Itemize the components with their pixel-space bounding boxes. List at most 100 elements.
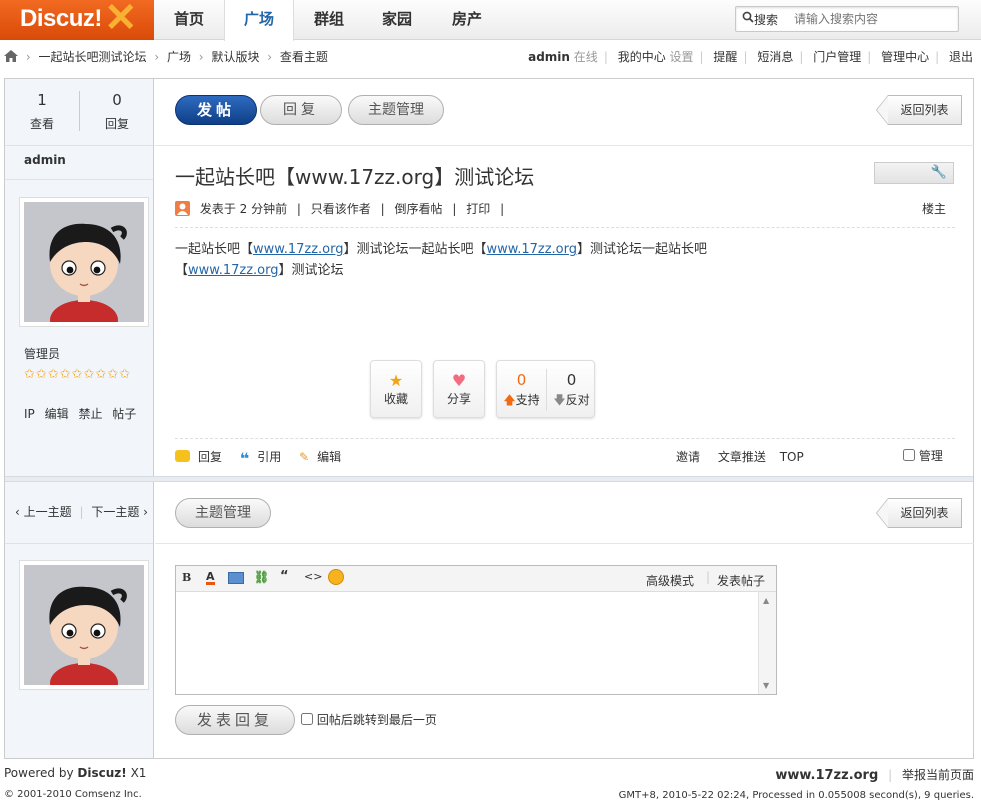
edit-action[interactable]: ✎ 编辑	[299, 450, 341, 464]
reverse-order-link[interactable]: 倒序看帖	[395, 202, 443, 216]
breadcrumb-board[interactable]: 默认版块	[211, 50, 259, 64]
author-posts-link[interactable]: 帖子	[112, 407, 136, 421]
floor-label[interactable]: 楼主	[922, 200, 946, 217]
code-icon[interactable]: <>	[304, 570, 322, 583]
avatar-image	[24, 565, 144, 685]
quote-action[interactable]: ❝ 引用	[240, 449, 281, 468]
submit-reply-button[interactable]: 发表回复	[175, 705, 295, 735]
online-status[interactable]: 在线	[574, 50, 598, 64]
link-icon[interactable]: ⛓	[254, 570, 269, 584]
jump-last-page-label[interactable]: 回帖后跳转到最后一页	[317, 713, 437, 727]
breadcrumb-sep-icon: ›	[25, 50, 31, 64]
push-article-link[interactable]: 文章推送	[718, 450, 766, 464]
content-link[interactable]: www.17zz.org	[487, 242, 577, 257]
new-post-button[interactable]: 发帖	[175, 95, 257, 125]
print-link[interactable]: 打印	[466, 202, 490, 216]
support-button[interactable]: 0 🡅支持	[497, 361, 546, 417]
author-name[interactable]: admin	[24, 153, 66, 167]
notice-link[interactable]: 提醒	[713, 50, 737, 64]
nav-home[interactable]: 首页	[156, 0, 222, 40]
post-extra-actions: 邀请 文章推送 TOP	[676, 448, 804, 465]
post-time: 发表于 2 分钟前	[199, 202, 288, 216]
logo[interactable]: Discuz! ✕	[0, 0, 154, 40]
reply-button[interactable]: 回复	[260, 95, 342, 125]
author-group[interactable]: 管理员	[24, 345, 60, 362]
bold-icon[interactable]: B	[182, 571, 191, 584]
username[interactable]: admin	[528, 50, 570, 64]
logo-x-mark: ✕	[104, 0, 138, 40]
back-to-list-button-bottom[interactable]: 返回列表	[876, 498, 962, 528]
manage-checkbox-wrap: 管理	[903, 447, 943, 464]
search-input[interactable]	[794, 10, 954, 28]
reply-count: 0	[112, 91, 122, 109]
rank-star-icon: ✩	[119, 367, 131, 382]
footer-stats: GMT+8, 2010-5-22 02:24, Processed in 0.0…	[618, 790, 974, 801]
my-center-link[interactable]: 我的中心	[618, 50, 666, 64]
editor-scrollbar[interactable]: ▲ ▼	[758, 592, 776, 694]
top-link[interactable]: TOP	[780, 450, 804, 464]
author-ip-link[interactable]: IP	[24, 407, 35, 421]
home-icon[interactable]	[4, 50, 22, 64]
pm-link[interactable]: 短消息	[757, 50, 793, 64]
thread-manage-button[interactable]: 主题管理	[348, 95, 444, 125]
footer-site-link[interactable]: www.17zz.org	[775, 768, 878, 783]
advanced-mode-link[interactable]: 高级模式	[646, 572, 694, 589]
wrench-icon: 🔧	[930, 165, 947, 180]
post-thread-link[interactable]: 发表帖子	[717, 572, 765, 589]
search-icon[interactable]	[742, 11, 754, 26]
admin-center-link[interactable]: 管理中心	[881, 50, 929, 64]
my-avatar[interactable]	[19, 560, 149, 690]
settings-link[interactable]: 设置	[670, 50, 694, 64]
only-author-link[interactable]: 只看该作者	[311, 202, 371, 216]
thread-tool-box[interactable]: 🔧	[874, 162, 954, 184]
thread-title: 一起站长吧【www.17zz.org】测试论坛	[175, 165, 535, 189]
jump-last-page-checkbox[interactable]	[301, 713, 313, 725]
view-label: 查看	[29, 117, 54, 131]
invite-link[interactable]: 邀请	[676, 450, 700, 464]
breadcrumb-sep-icon: ›	[267, 50, 273, 64]
smiley-icon[interactable]	[328, 569, 344, 585]
nav-home-space[interactable]: 家园	[364, 0, 430, 40]
breadcrumb-square[interactable]: 广场	[167, 50, 191, 64]
logout-link[interactable]: 退出	[949, 50, 973, 64]
reply-action[interactable]: 回复	[175, 450, 222, 464]
nav-groups[interactable]: 群组	[296, 0, 362, 40]
quote-icon[interactable]: “	[280, 569, 289, 584]
support-count: 0	[516, 371, 527, 389]
manage-checkbox[interactable]	[903, 449, 915, 461]
post-meta: 发表于 2 分钟前 | 只看该作者 | 倒序看帖 | 打印 |	[175, 200, 510, 217]
next-thread-link[interactable]: 下一主题	[91, 505, 139, 519]
search-label[interactable]: 搜索	[754, 11, 778, 28]
footer-brand-link[interactable]: Discuz!	[77, 766, 126, 780]
manage-label[interactable]: 管理	[919, 449, 943, 463]
reply-textarea[interactable]	[176, 592, 758, 694]
font-color-icon[interactable]: A	[206, 571, 215, 585]
nav-house[interactable]: 房产	[434, 0, 500, 40]
content-link[interactable]: www.17zz.org	[253, 242, 343, 257]
rank-star-icon: ✩	[24, 367, 35, 382]
oppose-button[interactable]: 0 🡇反对	[547, 361, 596, 417]
nav-square[interactable]: 广场	[224, 0, 294, 41]
reply-icon	[175, 450, 190, 462]
favorite-button[interactable]: ★ 收藏	[370, 360, 422, 418]
rank-star-icon: ✩	[83, 367, 95, 382]
scroll-down-icon[interactable]: ▼	[763, 681, 769, 690]
thread-manage-button-bottom[interactable]: 主题管理	[175, 498, 271, 528]
author-avatar[interactable]	[19, 197, 149, 327]
content-link[interactable]: www.17zz.org	[188, 263, 278, 278]
share-button[interactable]: ♥ 分享	[433, 360, 485, 418]
post-actions: 回复 ❝ 引用 ✎ 编辑	[175, 448, 341, 468]
top-header: Discuz! ✕ 首页 广场 群组 家园 房产 搜索	[0, 0, 981, 41]
author-actions: IP 编辑 禁止 帖子	[24, 405, 136, 422]
report-page-link[interactable]: 举报当前页面	[902, 768, 974, 782]
star-icon: ★	[388, 371, 404, 390]
back-to-list-button[interactable]: 返回列表	[876, 95, 962, 125]
arrow-up-icon: 🡅	[503, 393, 516, 407]
scroll-up-icon[interactable]: ▲	[763, 596, 769, 605]
portal-admin-link[interactable]: 门户管理	[813, 50, 861, 64]
image-icon[interactable]	[228, 572, 244, 584]
author-edit-link[interactable]: 编辑	[45, 407, 69, 421]
author-ban-link[interactable]: 禁止	[78, 407, 102, 421]
breadcrumb-forum[interactable]: 一起站长吧测试论坛	[38, 50, 146, 64]
prev-thread-link[interactable]: 上一主题	[24, 505, 72, 519]
